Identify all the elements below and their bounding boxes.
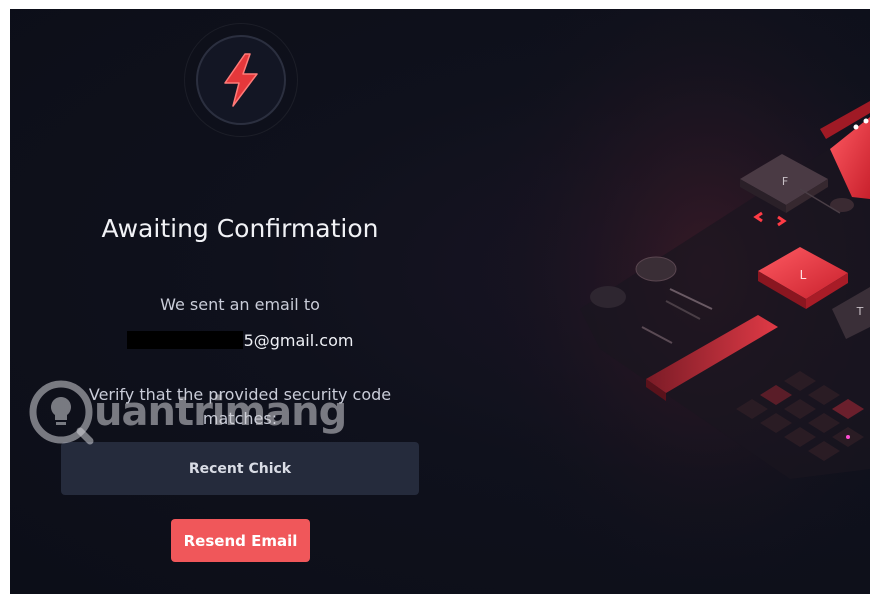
- decorative-keyboard-illustration: F L T: [460, 9, 870, 594]
- verify-instructions: Verify that the provided security code m…: [88, 385, 392, 428]
- redaction-bar: [126, 331, 243, 349]
- key-t-label: T: [856, 305, 864, 318]
- logo-badge: [196, 35, 286, 125]
- resend-email-button[interactable]: Resend Email: [171, 519, 310, 562]
- security-code: Recent Chick: [188, 460, 292, 477]
- key-l-label: L: [800, 268, 807, 282]
- logo-ring: [184, 23, 298, 137]
- security-code-box: Recent Chick: [61, 442, 419, 495]
- email-address: 5@gmail.com: [40, 331, 440, 350]
- email-visible-part: 5@gmail.com: [243, 331, 354, 350]
- key-f-label: F: [782, 175, 788, 188]
- page-title: Awaiting Confirmation: [101, 214, 379, 243]
- sent-email-label: We sent an email to: [160, 295, 320, 314]
- confirmation-screen: Awaiting Confirmation We sent an email t…: [10, 9, 870, 594]
- lightning-bolt-icon: [224, 53, 258, 107]
